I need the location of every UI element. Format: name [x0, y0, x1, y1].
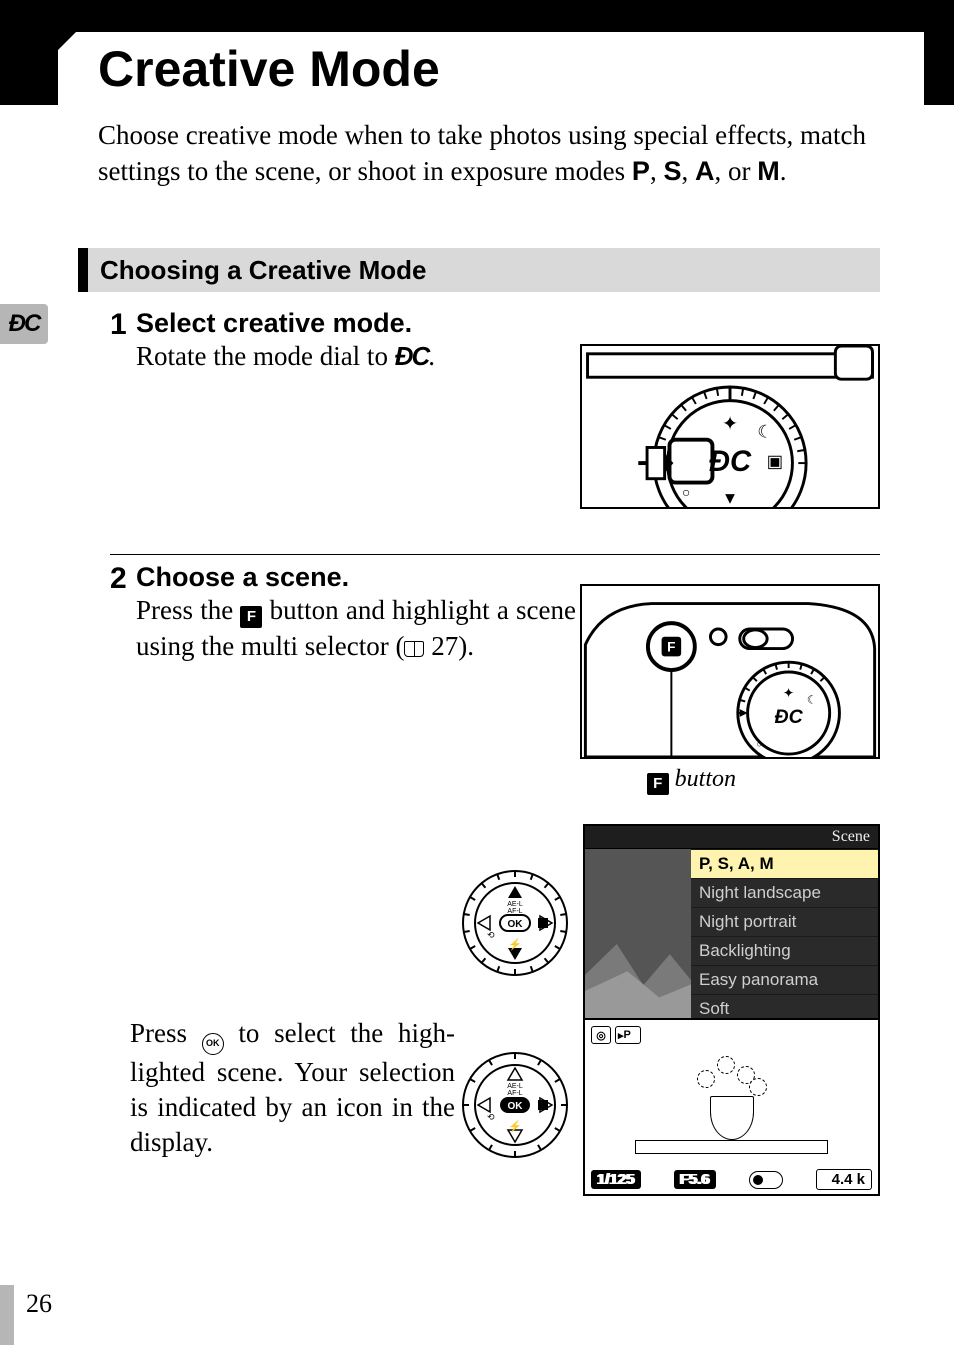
svg-text:AF-L: AF-L [507, 908, 522, 915]
step-1-text-before: Rotate the mode dial to [136, 341, 395, 371]
lcd-shutter: 1/125 [591, 1170, 641, 1189]
lcd-display-illustration: ◎ ▸ P 1/125 F5.6 4.4 k [583, 1018, 880, 1196]
page-ref-icon [404, 641, 424, 657]
svg-text:○: ○ [682, 485, 690, 500]
press-ok-paragraph: Press OK to select the high­lighted scen… [130, 1016, 455, 1160]
lcd-scene-drawing [635, 1050, 828, 1154]
svg-text:⚡: ⚡ [508, 1120, 522, 1133]
svg-text:ĐC: ĐC [775, 706, 804, 728]
scene-item-night-landscape: Night landscape [691, 878, 878, 907]
intro-text: Choose creative mode when to take photos… [98, 120, 866, 186]
scene-item-psam: P, S, A, M [691, 849, 878, 878]
step-divider [110, 554, 880, 555]
svg-text:ĐC: ĐC [709, 446, 752, 478]
section-heading: Choosing a Creative Mode [78, 248, 880, 292]
scene-item-easy-panorama: Easy panorama [691, 965, 878, 994]
multi-selector-illustration-highlight: AE-L AF-L ⟲ OK ⚡ [460, 868, 570, 978]
step-2-ref: 27). [424, 631, 474, 661]
mode-s-label: S [663, 156, 681, 186]
step-1-text: Rotate the mode dial to ĐC. [136, 339, 576, 375]
lcd-mode-badge: ▸ P [615, 1026, 641, 1044]
lcd-aperture: F5.6 [674, 1170, 716, 1189]
svg-text:▣: ▣ [767, 451, 784, 471]
caption-f-text: button [669, 766, 736, 792]
page-number: 26 [26, 1289, 52, 1319]
scene-item-night-portrait: Night portrait [691, 907, 878, 936]
step-1-number: 1 [110, 308, 127, 342]
step-1-text-after: . [428, 341, 435, 371]
svg-text:OK: OK [508, 1101, 524, 1112]
svg-text:✦: ✦ [783, 685, 795, 700]
svg-text:○: ○ [756, 739, 762, 750]
scene-item-backlighting: Backlighting [691, 936, 878, 965]
svg-text:AE-L: AE-L [507, 901, 523, 908]
svg-text:⟲: ⟲ [487, 1112, 495, 1122]
scene-menu-title: Scene [585, 826, 878, 849]
lcd-frame-count: 4.4 k [816, 1169, 872, 1190]
press-a: Press [130, 1018, 202, 1048]
camera-top-illustration: F ĐC ✦ ☾ ○ [580, 584, 880, 759]
mode-p-label: P [632, 156, 650, 186]
step-1-heading: Select creative mode. [136, 308, 576, 339]
f-button-icon: F [240, 606, 262, 628]
cc-mode-icon: ĐC [395, 341, 429, 371]
svg-text:F: F [667, 639, 675, 654]
side-tab-cc-icon: ĐC [9, 310, 40, 338]
step-2-a: Press the [136, 595, 240, 625]
f-button-caption: F button [647, 766, 736, 795]
title-area: Creative Mode [58, 32, 924, 105]
lcd-camera-icon: ◎ [591, 1026, 611, 1044]
mode-m-label: M [757, 156, 780, 186]
step-2-number: 2 [110, 562, 127, 596]
multi-selector-illustration-ok: AE-L AF-L OK ⟲ ⚡ [460, 1050, 570, 1160]
page-title: Creative Mode [98, 40, 440, 98]
lcd-rec-icon [749, 1171, 783, 1189]
side-tab: ĐC [0, 304, 48, 344]
scene-thumbnail [585, 849, 691, 1037]
intro-paragraph: Choose creative mode when to take photos… [98, 118, 880, 189]
svg-text:▾: ▾ [725, 487, 735, 507]
svg-text:AE-L: AE-L [507, 1083, 523, 1090]
svg-text:☾: ☾ [757, 422, 773, 442]
lcd-mode-p-text: P [624, 1029, 631, 1041]
svg-text:☾: ☾ [807, 693, 818, 706]
svg-text:AF-L: AF-L [507, 1090, 522, 1097]
mode-a-label: A [695, 156, 715, 186]
svg-text:OK: OK [508, 919, 524, 930]
left-margin-stripe [0, 1285, 14, 1345]
step-2-text: Press the F button and highlight a scene… [136, 593, 576, 664]
svg-text:⚡: ⚡ [508, 938, 522, 951]
section-heading-text: Choosing a Creative Mode [100, 255, 427, 286]
caption-f-icon: F [647, 773, 669, 795]
svg-text:✦: ✦ [722, 413, 738, 435]
mode-dial-illustration: ĐC ✦ ☾ ▣ ▾ ○ [580, 344, 880, 509]
intro-period: . [780, 156, 787, 186]
ok-button-icon: OK [202, 1033, 224, 1055]
svg-text:⟲: ⟲ [487, 930, 495, 940]
